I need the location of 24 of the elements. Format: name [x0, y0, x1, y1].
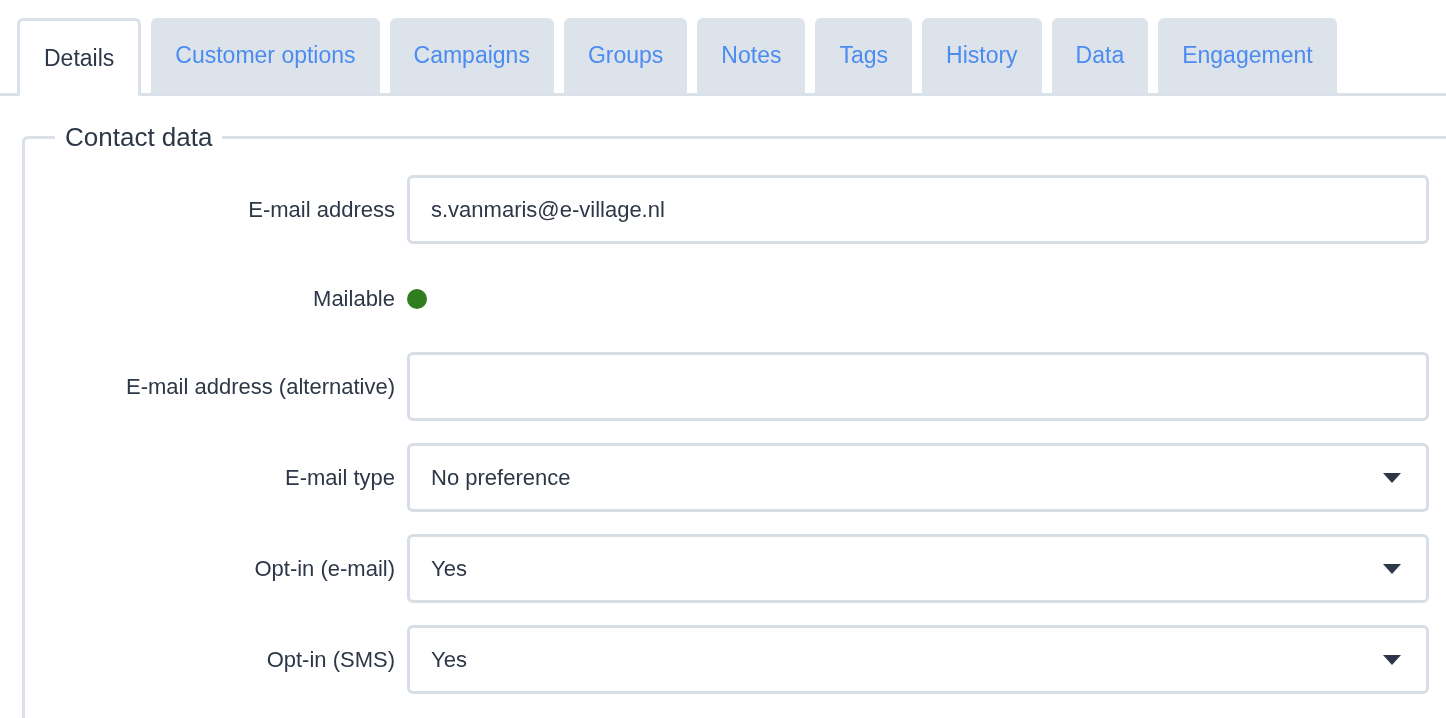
caret-icon	[1383, 563, 1401, 574]
field-label: Opt-in (e-mail)	[253, 555, 395, 582]
select-field[interactable]: Yes	[407, 534, 1429, 603]
select-field[interactable]: Yes	[407, 625, 1429, 694]
select-field[interactable]: No preference	[407, 443, 1429, 512]
caret-icon	[1383, 472, 1401, 483]
tab[interactable]: Groups	[563, 18, 688, 93]
field-label: Mailable	[312, 286, 395, 312]
section-title: Contact data	[64, 122, 214, 153]
tab[interactable]: Campaigns	[389, 18, 554, 93]
tab[interactable]: History	[922, 18, 1042, 93]
tab[interactable]: Notes	[697, 18, 806, 93]
field-label: E-mail type	[283, 464, 395, 491]
tab[interactable]: Customer options	[151, 18, 380, 93]
field-label: E-mail address	[247, 196, 395, 223]
tab[interactable]: Tags	[815, 18, 913, 93]
field-label: Opt-in (SMS)	[265, 646, 395, 673]
tab[interactable]: Data	[1051, 18, 1149, 93]
caret-icon	[1383, 654, 1401, 665]
tab[interactable]: Engagement	[1158, 18, 1337, 93]
field-label: E-mail address (alternative)	[125, 373, 395, 400]
text-field[interactable]	[407, 352, 1429, 421]
tab[interactable]: Details	[17, 18, 142, 96]
text-field[interactable]: s.vanmaris@e-village.nl	[407, 175, 1429, 244]
